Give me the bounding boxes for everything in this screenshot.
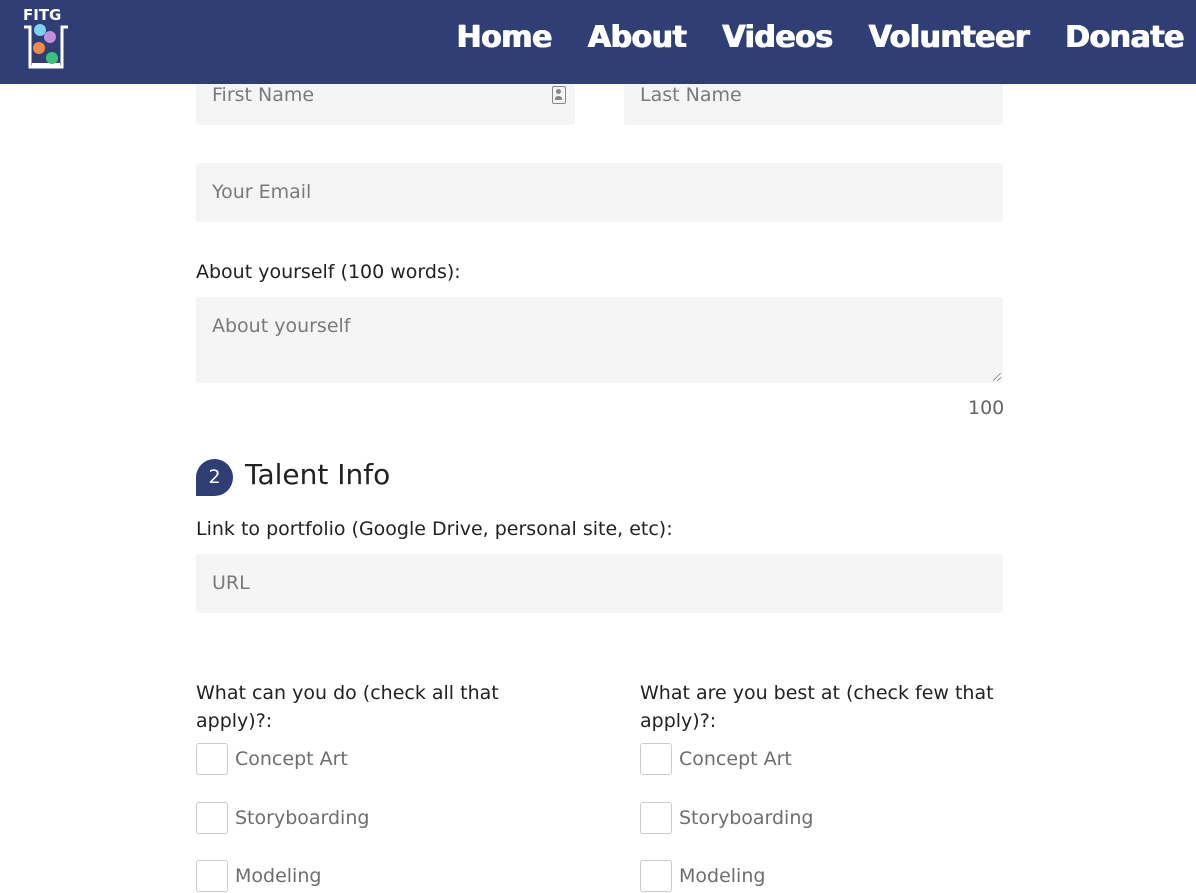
best-at-label: What are you best at (check few that app…: [640, 679, 994, 735]
main-nav: Home About Videos Volunteer Donate: [457, 20, 1185, 55]
checkbox-label[interactable]: Concept Art: [235, 748, 348, 770]
best-at-option[interactable]: Storyboarding: [640, 801, 813, 835]
can-do-option[interactable]: Modeling: [196, 859, 321, 893]
nav-videos-link[interactable]: Videos: [722, 20, 833, 55]
site-header: FITG Home About Videos Volunteer Donate: [0, 0, 1196, 84]
best-at-label-line2: apply)?:: [640, 710, 717, 732]
about-placeholder: About yourself: [212, 315, 351, 337]
can-do-label: What can you do (check all that apply)?:: [196, 679, 499, 735]
checkbox[interactable]: [640, 860, 672, 892]
checkbox-label[interactable]: Storyboarding: [679, 807, 813, 829]
last-name-placeholder: Last Name: [640, 84, 742, 106]
email-placeholder: Your Email: [212, 181, 312, 203]
portfolio-label: Link to portfolio (Google Drive, persona…: [196, 518, 673, 540]
checkbox[interactable]: [196, 743, 228, 775]
checkbox[interactable]: [640, 802, 672, 834]
resize-handle-icon[interactable]: [993, 373, 1001, 381]
about-label: About yourself (100 words):: [196, 261, 461, 283]
first-name-placeholder: First Name: [212, 84, 315, 106]
nav-donate-link[interactable]: Donate: [1065, 20, 1184, 55]
checkbox-label[interactable]: Modeling: [679, 865, 765, 887]
portfolio-url-input[interactable]: URL: [196, 554, 1003, 613]
portfolio-placeholder: URL: [212, 572, 250, 594]
checkbox[interactable]: [640, 743, 672, 775]
checkbox[interactable]: [196, 802, 228, 834]
checkbox-label[interactable]: Modeling: [235, 865, 321, 887]
can-do-option[interactable]: Concept Art: [196, 742, 348, 776]
step-badge: 2: [196, 459, 233, 496]
checkbox-label[interactable]: Storyboarding: [235, 807, 369, 829]
nav-about-link[interactable]: About: [588, 20, 687, 55]
word-counter: 100: [968, 397, 1005, 419]
section-title: Talent Info: [245, 458, 391, 491]
nav-home-link[interactable]: Home: [457, 20, 553, 55]
can-do-label-line2: apply)?:: [196, 710, 273, 732]
contact-card-icon[interactable]: [552, 86, 566, 104]
fitg-logo[interactable]: FITG: [20, 6, 72, 73]
best-at-label-line1: What are you best at (check few that: [640, 682, 994, 704]
can-do-label-line1: What can you do (check all that: [196, 682, 499, 704]
nav-volunteer-link[interactable]: Volunteer: [869, 20, 1030, 55]
about-textarea[interactable]: About yourself: [196, 297, 1003, 383]
checkbox-label[interactable]: Concept Art: [679, 748, 792, 770]
email-input[interactable]: Your Email: [196, 163, 1003, 222]
can-do-option[interactable]: Storyboarding: [196, 801, 369, 835]
best-at-option[interactable]: Modeling: [640, 859, 765, 893]
best-at-option[interactable]: Concept Art: [640, 742, 792, 776]
checkbox[interactable]: [196, 860, 228, 892]
